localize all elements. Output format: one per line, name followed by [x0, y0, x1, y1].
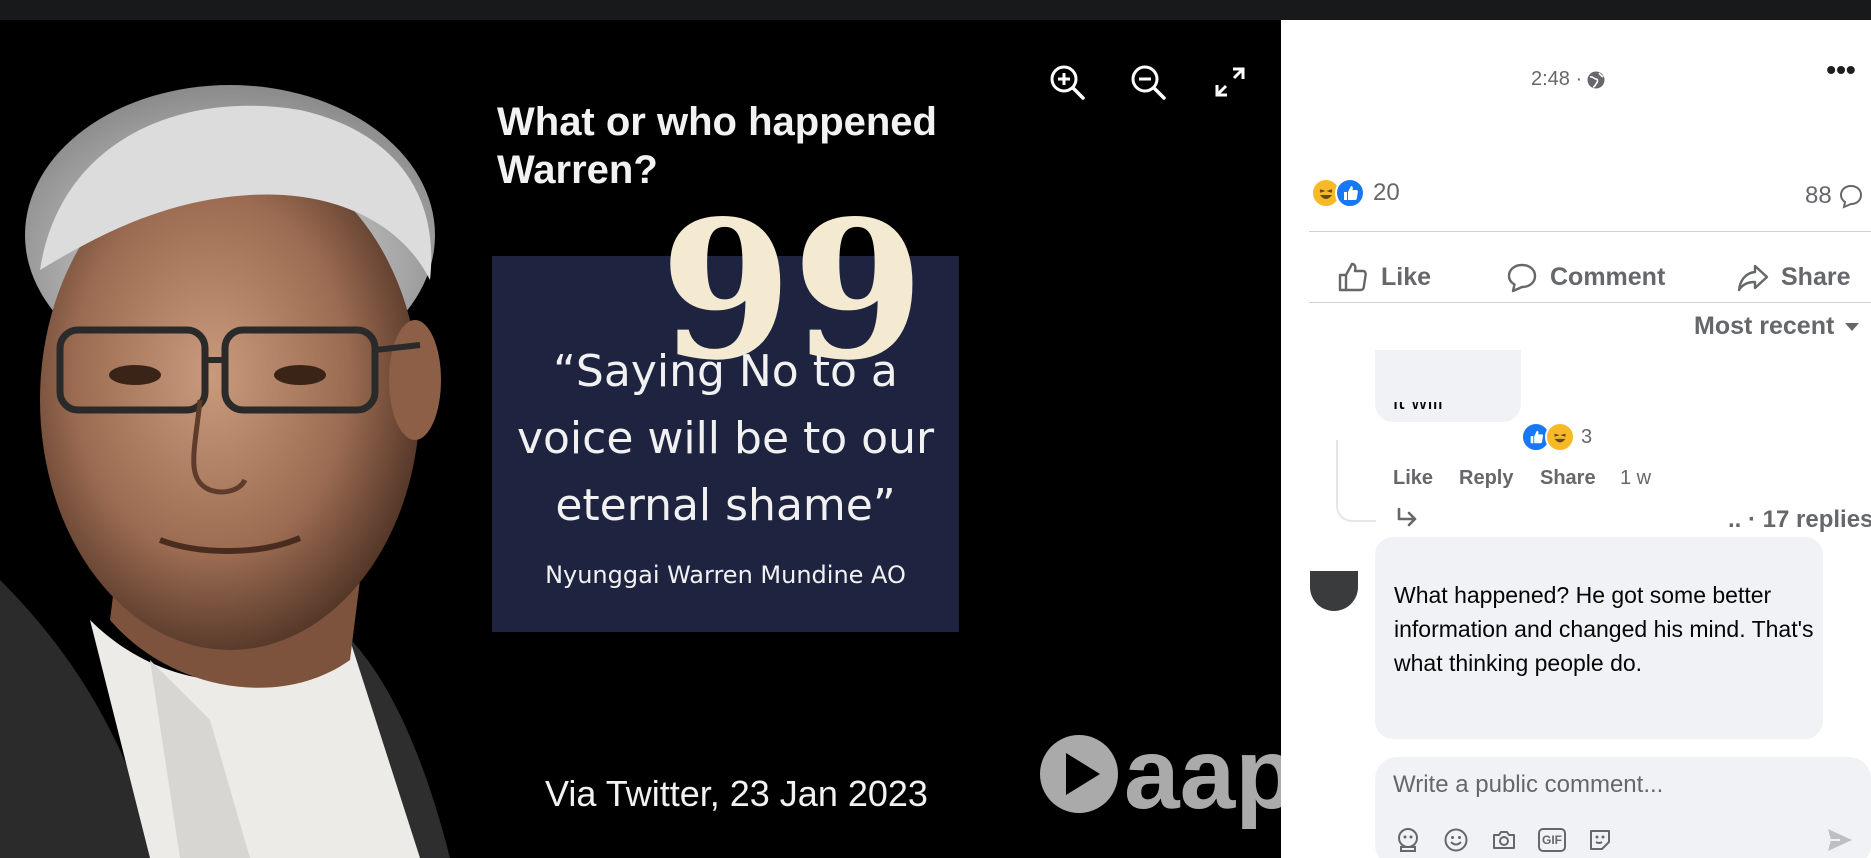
watermark: aap — [1040, 724, 1281, 824]
post-time: 2:48 · — [1531, 68, 1583, 90]
avatar-sticker-icon — [1398, 828, 1418, 852]
gif-button[interactable]: GIF — [1535, 823, 1569, 857]
watermark-text: aap — [1124, 718, 1281, 830]
emoji-icon — [1444, 828, 1468, 852]
zoom-out-icon — [1131, 65, 1166, 100]
quote-text: “Saying No to a voice will be to our ete… — [516, 346, 935, 531]
comment-icon — [1507, 263, 1537, 293]
photo-source: Via Twitter, 23 Jan 2023 — [545, 773, 928, 814]
comment-count-value: 88 — [1805, 182, 1832, 209]
top-bar — [0, 0, 1871, 20]
thumbs-up-icon — [1338, 262, 1367, 292]
comment-composer: GIF — [1375, 757, 1871, 858]
comment-text: it will — [1393, 402, 1443, 420]
like-button[interactable]: Like — [1337, 252, 1431, 302]
thread-connector — [1336, 440, 1376, 522]
emoji-button[interactable] — [1439, 823, 1473, 857]
comment-share-link[interactable]: Share — [1540, 467, 1596, 490]
reply-arrow-icon — [1397, 507, 1417, 527]
globe-icon — [1587, 71, 1605, 88]
zoom-in-icon — [1050, 65, 1085, 100]
share-button[interactable]: Share — [1737, 252, 1850, 302]
comment-reply-link[interactable]: Reply — [1459, 467, 1513, 490]
photo-button[interactable] — [1487, 823, 1521, 857]
send-icon — [1828, 829, 1852, 851]
comment-time: 1 w — [1620, 467, 1652, 489]
divider — [1309, 302, 1871, 303]
comment-text: What happened? He got some better inform… — [1394, 582, 1814, 676]
comment-bubble-icon — [1839, 184, 1862, 209]
zoom-out-button[interactable] — [1126, 60, 1170, 104]
comment-count[interactable]: 88 — [1805, 182, 1864, 210]
comment-input[interactable] — [1393, 771, 1853, 799]
watermark-logo-icon — [1040, 735, 1118, 813]
sort-comments-dropdown[interactable]: Most recent — [1694, 312, 1860, 341]
comment-reaction-count: 3 — [1581, 425, 1593, 448]
comment-button[interactable]: Comment — [1506, 252, 1665, 302]
comment-label: Comment — [1550, 262, 1666, 291]
post-panel: 2:48 · ••• 20 88 Like Comment Share Most… — [1281, 20, 1871, 858]
divider — [1309, 231, 1871, 232]
quote-marks: 99 — [660, 179, 925, 402]
comment-like-link[interactable]: Like — [1393, 467, 1433, 490]
share-label: Share — [1781, 262, 1851, 291]
sticker-button[interactable] — [1583, 823, 1617, 857]
quote-author: Nyunggai Warren Mundine AO — [545, 561, 906, 589]
gif-icon: GIF — [1538, 828, 1566, 852]
comment-text-fragment: it will — [1393, 402, 1443, 414]
zoom-in-button[interactable] — [1045, 60, 1089, 104]
view-replies-link[interactable]: .. · 17 replies — [1728, 506, 1871, 534]
sticker-icon — [1590, 830, 1610, 850]
like-reaction-icon — [1335, 178, 1365, 208]
haha-reaction-icon — [1545, 422, 1575, 452]
sort-label: Most recent — [1694, 312, 1835, 340]
fullscreen-icon — [1215, 67, 1245, 97]
fullscreen-button[interactable] — [1208, 60, 1252, 104]
post-meta: 2:48 · — [1531, 68, 1606, 91]
photo-viewer: What or who happened Warren? 99 “Saying … — [0, 20, 1281, 858]
caret-down-icon — [1845, 322, 1860, 331]
reaction-summary[interactable]: 20 — [1311, 178, 1400, 208]
like-label: Like — [1381, 262, 1432, 291]
send-button[interactable] — [1821, 821, 1859, 858]
more-options-button[interactable]: ••• — [1821, 56, 1861, 92]
comment-reactions[interactable]: 3 — [1521, 422, 1592, 452]
camera-icon — [1493, 831, 1515, 849]
reaction-count: 20 — [1373, 179, 1400, 206]
avatar[interactable] — [1310, 571, 1358, 611]
share-arrow-icon — [1737, 264, 1769, 292]
avatar-sticker-button[interactable] — [1391, 823, 1425, 857]
